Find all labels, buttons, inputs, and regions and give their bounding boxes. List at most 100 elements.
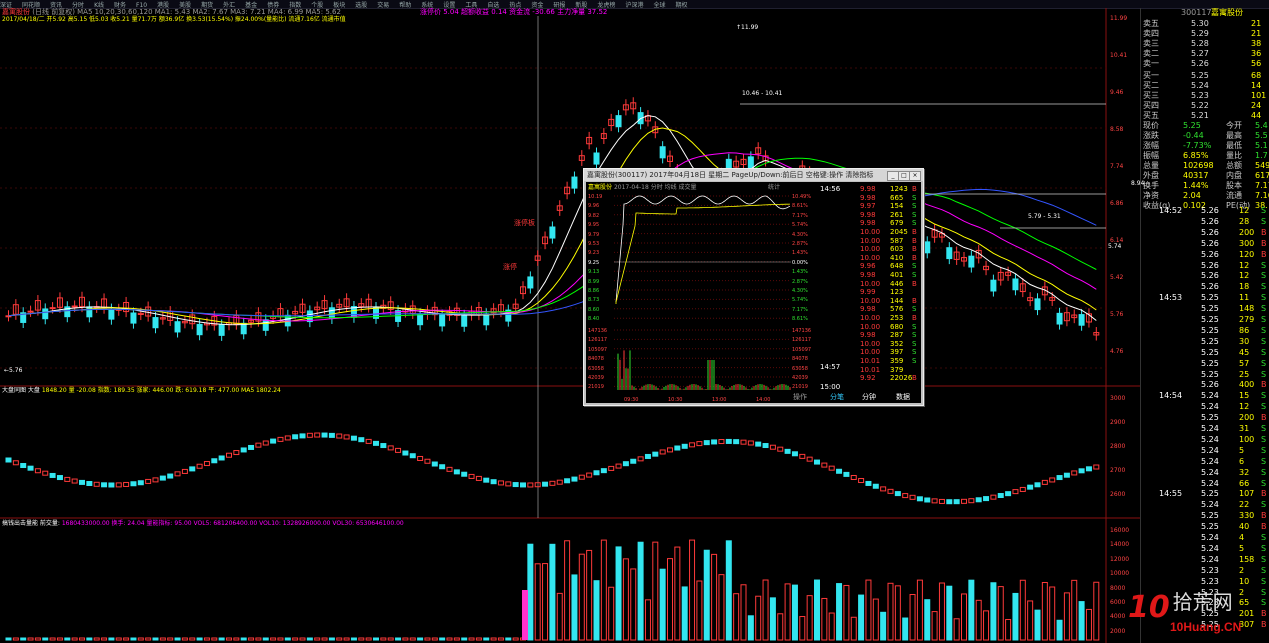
volume-bar: [226, 637, 232, 641]
index-candle: [453, 469, 460, 475]
volume-bar: [806, 595, 813, 641]
tick-row: 5.26 18 S: [1141, 282, 1269, 292]
index-candle: [328, 432, 335, 438]
volume-bar: [850, 616, 857, 641]
stat-value: 7.17: [1255, 181, 1269, 190]
tick-direction: S: [1261, 325, 1267, 335]
candle-body: [1078, 314, 1085, 326]
stat-value: 6179: [1255, 171, 1269, 180]
quote-stock-name: 嘉寓股份: [1211, 8, 1243, 17]
volume-bar: [270, 637, 277, 641]
stat-key: 股本: [1226, 181, 1242, 190]
volume-bar: [1012, 592, 1019, 641]
volume-bar: [549, 543, 556, 641]
tick-volume: 201: [1239, 609, 1255, 619]
candle-body: [571, 176, 578, 189]
bid-row: 买一 5.25 68: [1141, 71, 1269, 81]
volume-bar: [130, 637, 137, 641]
volume-bar: [953, 618, 960, 641]
tick-price: 5.24: [1201, 543, 1219, 553]
volume-bar: [821, 597, 828, 641]
volume-bar: [968, 579, 975, 641]
tick-row: 5.24 100 S: [1141, 435, 1269, 445]
intraday-chart[interactable]: [586, 182, 818, 403]
index-candle: [240, 447, 247, 453]
volume-bar: [262, 637, 269, 641]
volume-bar: [64, 637, 71, 641]
tick-price: 5.25: [1201, 304, 1219, 314]
tick-row: 5.24 5 S: [1141, 446, 1269, 456]
volume-bar: [395, 637, 402, 641]
tab-ticks[interactable]: 分笔: [830, 392, 844, 402]
tick-volume: 200: [1239, 413, 1255, 423]
index-candle: [130, 481, 137, 487]
axis-tick-label: 10000: [1110, 570, 1130, 578]
tick-row: 5.24 12 S: [1141, 402, 1269, 412]
tick-volume: 2: [1239, 587, 1245, 597]
kline-chart[interactable]: [0, 8, 1140, 643]
popup-time-tick: 14:00: [756, 397, 771, 403]
volume-bar: [564, 540, 571, 641]
axis-tick-label: 3000: [1110, 395, 1126, 402]
candle-body: [196, 323, 203, 336]
tick-price: 5.26: [1201, 238, 1219, 248]
tick-time: 14:54: [1159, 391, 1183, 401]
tick-volume: 4: [1239, 533, 1245, 542]
ask-price: 5.26: [1191, 59, 1209, 68]
index-candle: [975, 497, 982, 503]
tick-direction: S: [1261, 565, 1267, 575]
stat-value: 5.1: [1255, 141, 1268, 150]
index-candle: [725, 438, 732, 444]
tick-volume: 107: [1239, 489, 1255, 499]
tab-data[interactable]: 数据: [896, 392, 910, 402]
volume-bar: [277, 637, 284, 641]
volume-bar: [505, 637, 512, 641]
limit-up-marker: 涨停板: [514, 219, 535, 227]
tick-volume: 45: [1239, 347, 1250, 357]
index-candle: [637, 456, 644, 462]
axis-tick-label: 4000: [1110, 613, 1126, 621]
tick-row: 14:55 5.25 107 B: [1141, 489, 1269, 499]
popup-titlebar[interactable]: 嘉寓股份(300117) 2017年04月18日 星期二 PageUp/Down…: [584, 169, 923, 181]
tick-direction: S: [1261, 598, 1267, 608]
index-candle: [226, 452, 232, 458]
volume-bar: [1005, 619, 1012, 641]
tick-row: 5.25 25 S: [1141, 370, 1269, 380]
index-candle: [277, 436, 284, 442]
intraday-popup-window[interactable]: 嘉寓股份(300117) 2017年04月18日 星期二 PageUp/Down…: [583, 168, 924, 406]
volume-bar: [56, 637, 63, 641]
tick-price: 5.25: [1201, 511, 1219, 521]
index-candle: [564, 478, 571, 484]
index-candle: [34, 468, 41, 474]
index-candle: [931, 498, 938, 504]
popup-tick-price: 9.92: [860, 374, 876, 383]
index-candle: [938, 498, 945, 504]
band-label: 10.46 - 10.41: [742, 90, 783, 97]
index-candle: [622, 461, 629, 467]
volume-bar: [314, 637, 321, 641]
stats-link[interactable]: 统计: [768, 183, 780, 193]
index-axis: 3000 2900 2800 2700 2600: [1108, 388, 1140, 518]
candle-body: [417, 313, 424, 326]
tick-direction: S: [1261, 369, 1267, 379]
chart-header-line2: 2017/04/18/二 开5.92 高5.15 低5.03 收5.21 量71…: [2, 16, 346, 23]
operate-button[interactable]: 操作: [793, 392, 807, 402]
index-candle: [306, 432, 313, 438]
volume-bar: [836, 583, 843, 641]
tick-volume: 330: [1239, 511, 1255, 521]
tick-row: 5.25 30 S: [1141, 337, 1269, 347]
volume-bar: [115, 637, 122, 641]
index-candle: [292, 434, 299, 440]
tick-volume: 11: [1239, 293, 1250, 303]
tab-minute[interactable]: 分钟: [862, 392, 876, 402]
tick-volume: 300: [1239, 238, 1255, 248]
volume-bar: [916, 579, 923, 641]
index-candle: [703, 440, 710, 446]
close-button[interactable]: ×: [909, 171, 921, 181]
tick-direction: S: [1261, 293, 1267, 303]
index-candle: [586, 472, 593, 478]
index-candle: [365, 438, 372, 444]
stat-key: 涨跌: [1143, 131, 1159, 140]
bid-price: 5.23: [1191, 91, 1209, 100]
index-candle: [181, 468, 188, 474]
